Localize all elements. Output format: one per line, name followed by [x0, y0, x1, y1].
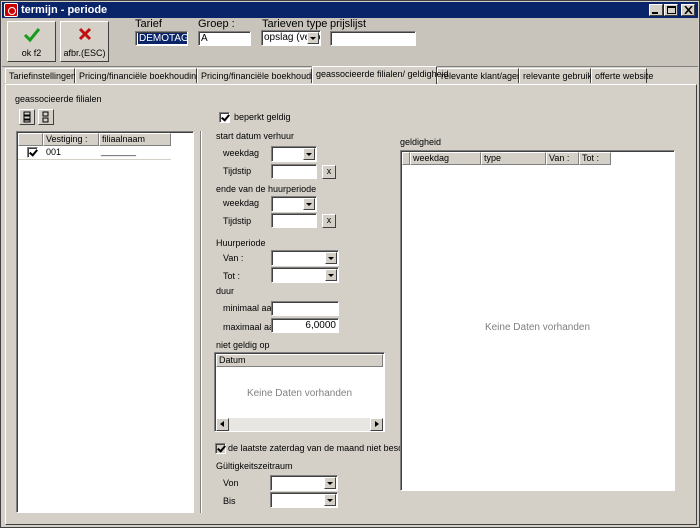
geldigheid-title: geldigheid — [400, 137, 442, 147]
duur-title: duur — [216, 286, 235, 296]
chevron-down-icon[interactable] — [303, 198, 315, 210]
check-icon — [8, 26, 55, 47]
scroll-left-icon[interactable] — [216, 418, 229, 431]
row-filiaalnaam: _______ — [101, 146, 137, 156]
prijslijst-label: prijslijst — [330, 18, 367, 30]
tab-offerte-website[interactable]: offerte website — [591, 68, 653, 83]
niet-geldig-grid[interactable]: Datum Keine Daten vorhanden — [214, 352, 385, 432]
ende-tijdstip-field[interactable] — [271, 213, 317, 228]
ende-tijdstip-label: Tijdstip — [223, 216, 252, 226]
ende-tijdstip-clear-button[interactable]: x — [322, 214, 336, 228]
niet-geldig-op-title: niet geldig op — [216, 340, 270, 350]
minimaal-field[interactable] — [271, 301, 339, 316]
tab-panel: geassocieerde filialen Vestiging : filia… — [5, 84, 697, 525]
column-van[interactable]: Van : — [546, 152, 579, 165]
minimize-button[interactable] — [649, 4, 663, 16]
close-icon — [684, 6, 693, 14]
maximaal-field[interactable]: 6,0000 — [271, 318, 339, 333]
window-title: termijn - periode — [21, 4, 108, 16]
tab-pricing-2[interactable]: Pricing/financiële boekhouding II — [197, 68, 331, 83]
maximize-icon — [667, 6, 676, 14]
ok-button-label: ok f2 — [21, 48, 42, 58]
divider — [200, 131, 202, 513]
column-filiaalnaam[interactable]: filiaalnaam — [99, 133, 171, 146]
tab-filialen-geldigheid[interactable]: geassocieerde filialen/ geldigheid — [312, 66, 449, 84]
start-tijdstip-clear-button[interactable]: x — [322, 165, 336, 179]
tab-pricing-1[interactable]: Pricing/financiële boekhouding I — [75, 68, 206, 83]
tarieven-type-label: Tarieven type — [262, 18, 328, 30]
ende-weekdag-select[interactable] — [271, 196, 317, 212]
title-bar[interactable]: termijn - periode — [2, 2, 698, 18]
column-weekdag[interactable]: weekdag — [410, 152, 481, 165]
geldigheid-grid[interactable]: weekdag type Van : Tot : Keine Daten vor… — [400, 150, 675, 491]
table-row[interactable]: 001 _______ — [18, 146, 171, 160]
row-checkbox[interactable] — [27, 147, 38, 158]
grid-add-button[interactable] — [19, 109, 35, 125]
start-weekdag-label: weekdag — [223, 148, 260, 158]
groep-field[interactable]: A — [198, 31, 251, 46]
grid-add-icon — [23, 111, 31, 123]
maximize-button[interactable] — [664, 4, 678, 16]
laatste-zaterdag-checkbox[interactable] — [215, 443, 226, 454]
chevron-down-icon[interactable] — [325, 269, 337, 281]
chevron-down-icon[interactable] — [307, 32, 319, 44]
ok-button[interactable]: ok f2 — [7, 21, 56, 62]
grid-corner — [18, 133, 43, 146]
grid-remove-button[interactable] — [38, 109, 54, 125]
cancel-button[interactable]: afbr.(ESC) — [60, 21, 109, 62]
tarieven-type-select[interactable]: opslag (verko — [261, 30, 321, 46]
chevron-down-icon[interactable] — [303, 148, 315, 160]
tarief-value: DEMOTAG — [138, 33, 188, 44]
prijslijst-field[interactable] — [330, 31, 416, 46]
app-icon — [4, 3, 18, 17]
start-tijdstip-label: Tijdstip — [223, 166, 252, 176]
von-label: Von — [223, 478, 239, 488]
chevron-down-icon[interactable] — [324, 494, 336, 506]
huurperiode-title: Huurperiode — [216, 238, 266, 248]
gueltigkeitszeitraum-title: Gültigkeitszeitraum — [216, 461, 293, 471]
huurperiode-tot-label: Tot : — [223, 271, 241, 281]
groep-label: Groep : — [198, 18, 235, 30]
cancel-x-icon — [61, 26, 108, 47]
grid-remove-icon — [42, 111, 49, 123]
column-vestiging[interactable]: Vestiging : — [43, 133, 99, 146]
beperkt-geldig-checkbox[interactable] — [219, 112, 230, 123]
filialen-title: geassocieerde filialen — [15, 94, 102, 104]
tab-gebruiker[interactable]: relevante gebruiker — [519, 68, 600, 83]
bis-label: Bis — [223, 496, 236, 506]
start-weekdag-select[interactable] — [271, 146, 317, 162]
start-tijdstip-field[interactable] — [271, 164, 317, 179]
minimize-icon — [652, 12, 658, 14]
header-toolbar: ok f2 afbr.(ESC) Tarief DEMOTAG Groep : … — [2, 18, 698, 67]
huurperiode-van-select[interactable] — [271, 250, 339, 266]
beperkt-geldig-label: beperkt geldig — [234, 112, 291, 122]
von-select[interactable] — [270, 475, 338, 491]
bis-select[interactable] — [270, 492, 338, 508]
dialog-window: termijn - periode ok f2 afbr.(ESC) Tarie… — [0, 0, 700, 528]
column-datum[interactable]: Datum — [216, 354, 383, 367]
geldigheid-empty: Keine Daten vorhanden — [484, 322, 591, 333]
tab-klant-agent[interactable]: relevante klant/agent — [437, 68, 525, 83]
huurperiode-van-label: Van : — [223, 253, 244, 263]
tarief-label: Tarief — [135, 18, 162, 30]
niet-geldig-scrollbar[interactable] — [216, 418, 383, 431]
column-type[interactable]: type — [481, 152, 546, 165]
cancel-button-label: afbr.(ESC) — [63, 48, 106, 58]
ende-weekdag-label: weekdag — [223, 198, 260, 208]
column-tot[interactable]: Tot : — [579, 152, 611, 165]
filialen-grid[interactable]: Vestiging : filiaalnaam 001 _______ — [16, 131, 194, 513]
scroll-right-icon[interactable] — [370, 418, 383, 431]
niet-geldig-empty: Keine Daten vorhanden — [246, 388, 353, 399]
chevron-down-icon[interactable] — [325, 252, 337, 264]
chevron-down-icon[interactable] — [324, 477, 336, 489]
grid-corner — [402, 152, 410, 165]
laatste-zaterdag-label: de laatste zaterdag van de maand niet be… — [228, 443, 415, 453]
tarief-field[interactable]: DEMOTAG — [135, 31, 188, 46]
ende-title: ende van de huurperiode — [216, 184, 317, 194]
tab-tariefinstellingen[interactable]: Tariefinstellingen — [5, 68, 76, 83]
huurperiode-tot-select[interactable] — [271, 267, 339, 283]
row-vestiging: 001 — [46, 147, 62, 157]
close-button[interactable] — [681, 4, 695, 16]
start-datum-title: start datum verhuur — [216, 131, 295, 141]
